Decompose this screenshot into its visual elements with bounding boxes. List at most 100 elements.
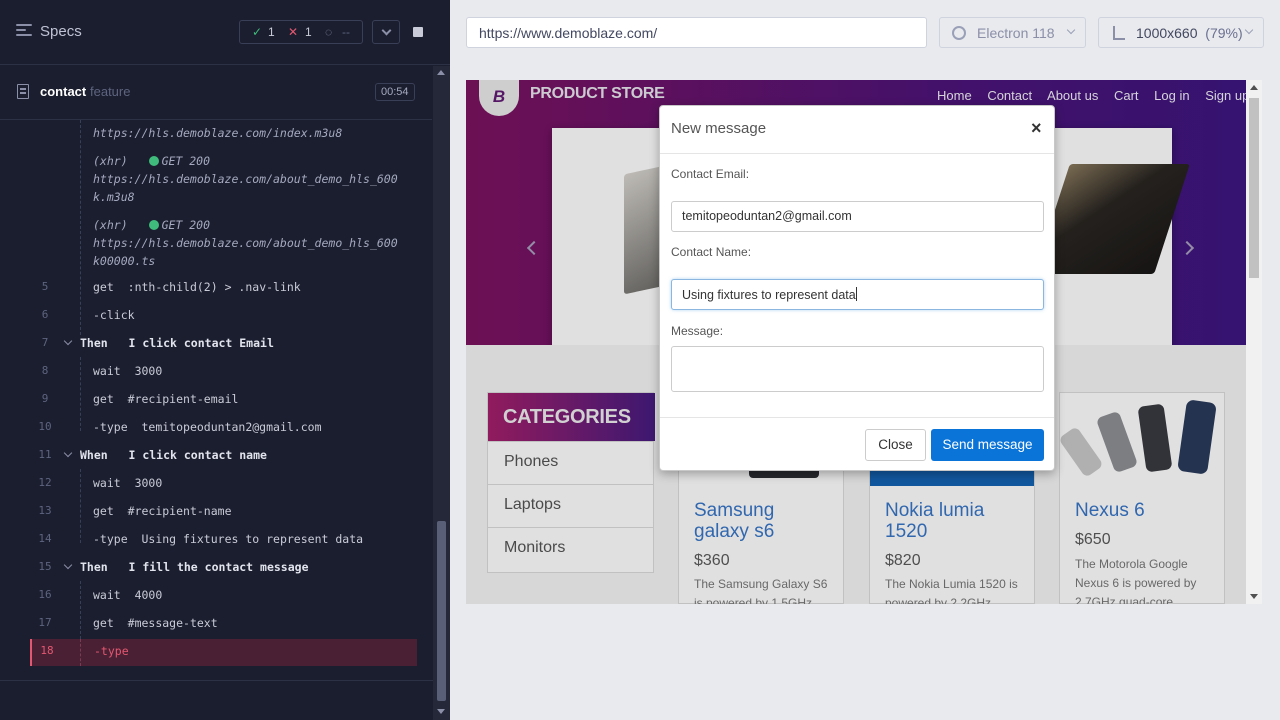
reporter-scrollbar[interactable] xyxy=(433,66,450,720)
xhr-log-entry[interactable]: (xhr) GET 200 xyxy=(93,154,210,168)
command-row[interactable]: -type Using fixtures to represent data xyxy=(93,532,363,546)
viewport-selector[interactable]: 1000x660 (79%) xyxy=(1098,17,1264,48)
line-number: 8 xyxy=(41,364,49,377)
app-preview-panel: https://www.demoblaze.com/ Electron 118 … xyxy=(450,0,1280,720)
xhr-url-cont: k.m3u8 xyxy=(93,190,135,204)
command-log: https://hls.demoblaze.com/index.m3u8 (xh… xyxy=(0,120,432,680)
status-dot-icon xyxy=(148,220,159,230)
expand-collapse-button[interactable] xyxy=(372,20,400,44)
scroll-up-icon[interactable] xyxy=(1250,85,1258,90)
message-label: Message: xyxy=(671,324,724,338)
indent-guide xyxy=(80,357,81,431)
modal-header: New message × xyxy=(660,106,1054,154)
pending-count: -- xyxy=(342,25,350,39)
recipient-name-field[interactable]: Using fixtures to represent data xyxy=(671,279,1044,310)
log-url[interactable]: https://hls.demoblaze.com/index.m3u8 xyxy=(93,126,342,140)
chevron-down-icon[interactable] xyxy=(63,336,73,346)
xhr-method: GET 200 xyxy=(161,154,211,168)
electron-icon xyxy=(952,26,966,40)
chevron-down-icon[interactable] xyxy=(63,448,73,458)
line-number: 14 xyxy=(38,532,52,545)
send-message-button[interactable]: Send message xyxy=(931,429,1044,461)
status-dot-icon xyxy=(148,156,159,166)
step-row[interactable]: When I click contact name xyxy=(80,448,267,462)
line-number: 13 xyxy=(38,504,52,517)
scrollbar-thumb[interactable] xyxy=(1249,98,1259,278)
url-bar[interactable]: https://www.demoblaze.com/ xyxy=(466,17,927,48)
indent-guide xyxy=(80,120,81,335)
command-row[interactable]: -type temitopeoduntan2@gmail.com xyxy=(93,420,322,434)
line-number: 9 xyxy=(41,392,49,405)
command-row[interactable]: get #recipient-email xyxy=(93,392,238,406)
scroll-up-icon[interactable] xyxy=(437,70,445,75)
browser-selector[interactable]: Electron 118 xyxy=(939,17,1086,48)
scroll-down-icon[interactable] xyxy=(437,709,445,714)
recipient-email-field[interactable]: temitopeoduntan2@gmail.com xyxy=(671,201,1044,232)
command-row[interactable]: wait 3000 xyxy=(93,476,162,490)
command-row[interactable]: get :nth-child(2) > .nav-link xyxy=(93,280,301,294)
command-arg: #message-text xyxy=(127,616,218,630)
pending-icon: ◌ xyxy=(325,25,333,39)
name-label: Contact Name: xyxy=(671,245,752,259)
command-row[interactable]: get #message-text xyxy=(93,616,218,630)
command-arg: 4000 xyxy=(134,588,163,602)
close-button[interactable]: Close xyxy=(865,429,926,461)
spec-extension: feature xyxy=(90,84,131,99)
stop-button[interactable] xyxy=(404,20,432,44)
command-arg: #recipient-name xyxy=(127,504,232,518)
scrollbar-thumb[interactable] xyxy=(437,521,446,701)
failed-command-row[interactable]: 18 -type xyxy=(30,639,417,666)
command-name: wait xyxy=(93,364,121,378)
chevron-down-icon[interactable] xyxy=(63,560,73,570)
test-stats: ✓ 1 ✕ 1 ◌ -- xyxy=(239,20,363,44)
step-row[interactable]: Then I click contact Email xyxy=(80,336,274,350)
specs-title[interactable]: Specs xyxy=(40,23,82,40)
close-icon[interactable]: × xyxy=(1031,118,1042,139)
line-number: 11 xyxy=(38,448,52,461)
command-row[interactable]: wait 4000 xyxy=(93,588,162,602)
message-textarea[interactable] xyxy=(671,346,1044,392)
frame-scrollbar[interactable] xyxy=(1246,80,1262,604)
command-name: get xyxy=(93,616,114,630)
scroll-down-icon[interactable] xyxy=(1250,594,1258,599)
line-number: 5 xyxy=(41,280,49,293)
viewport-label: 1000x660 (79%) xyxy=(1136,25,1243,41)
modal-divider xyxy=(660,417,1054,418)
xhr-url-cont: k00000.ts xyxy=(93,254,156,268)
xhr-method: GET 200 xyxy=(161,218,211,232)
command-arg: 3000 xyxy=(134,364,163,378)
spec-file-row[interactable]: contact feature 00:54 xyxy=(0,66,432,120)
menu-icon[interactable] xyxy=(16,24,32,40)
step-row[interactable]: Then I fill the contact message xyxy=(80,560,309,574)
chevron-down-icon xyxy=(1066,25,1076,35)
step-keyword: Then xyxy=(80,560,108,574)
reporter-footer xyxy=(0,680,433,720)
command-row[interactable]: wait 3000 xyxy=(93,364,162,378)
command-arg: temitopeoduntan2@gmail.com xyxy=(141,420,322,434)
indent-guide xyxy=(80,581,81,639)
recipient-name-value: Using fixtures to represent data xyxy=(682,288,856,302)
command-arg: Using fixtures to represent data xyxy=(141,532,364,546)
reporter-panel: Specs ✓ 1 ✕ 1 ◌ -- contact feature 00:54… xyxy=(0,0,450,720)
xhr-log-entry[interactable]: (xhr) GET 200 xyxy=(93,218,210,232)
xhr-label: (xhr) xyxy=(93,218,128,232)
spec-name: contact xyxy=(40,84,87,99)
modal-title: New message xyxy=(671,120,767,137)
app-under-test-frame: B PRODUCT STORE Home Contact About us Ca… xyxy=(466,80,1262,604)
step-text: I click contact Email xyxy=(128,336,274,350)
xhr-url: https://hls.demoblaze.com/about_demo_hls… xyxy=(93,172,398,186)
passed-icon: ✓ xyxy=(252,25,263,39)
command-name: get xyxy=(93,280,114,294)
ruler-icon xyxy=(1113,26,1125,40)
command-name: wait xyxy=(93,476,121,490)
step-keyword: Then xyxy=(80,336,108,350)
command-name: -type xyxy=(93,420,128,434)
command-row[interactable]: -click xyxy=(93,308,135,322)
xhr-label: (xhr) xyxy=(93,154,128,168)
command-row[interactable]: get #recipient-name xyxy=(93,504,232,518)
command-name: -type xyxy=(93,532,128,546)
step-keyword: When xyxy=(80,448,108,462)
spec-duration: 00:54 xyxy=(375,83,415,101)
browser-name: Electron 118 xyxy=(977,25,1055,41)
line-number: 17 xyxy=(38,616,52,629)
